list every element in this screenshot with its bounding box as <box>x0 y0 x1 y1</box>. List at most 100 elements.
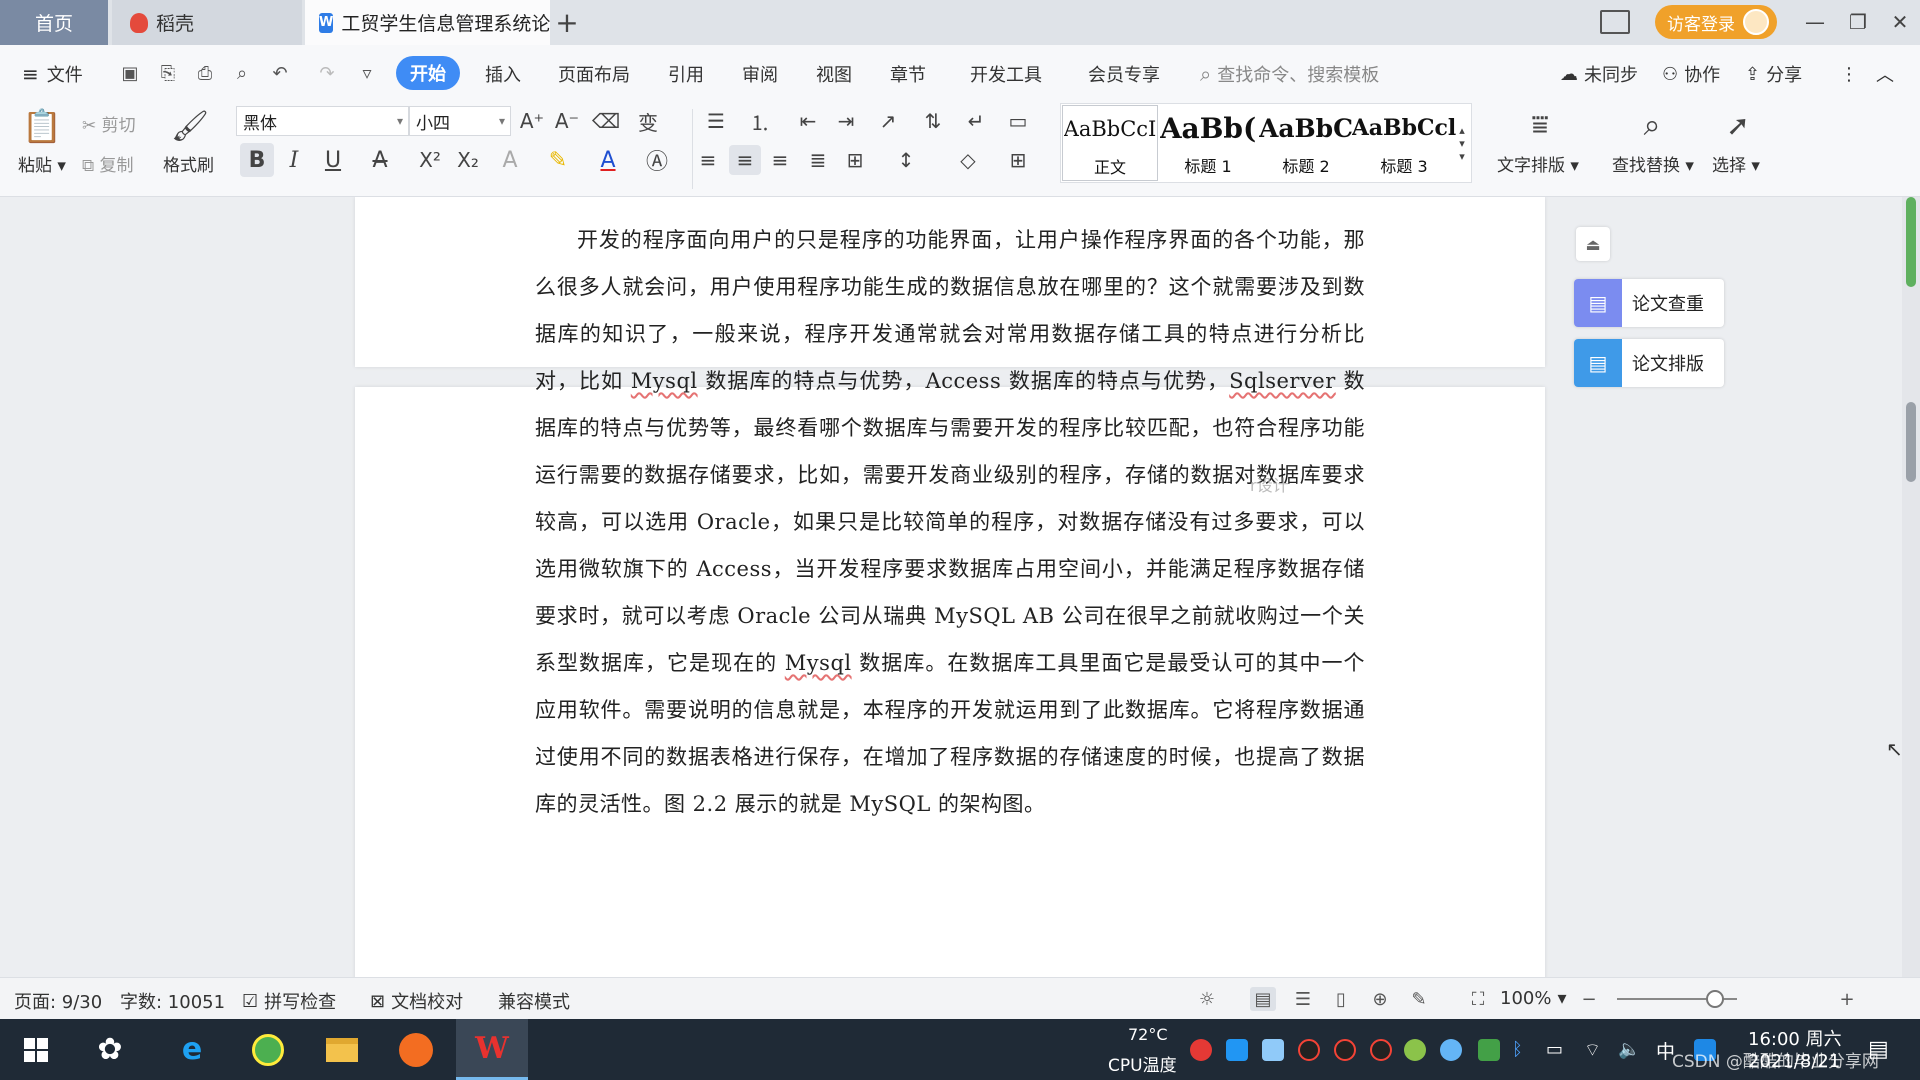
clipboard-icon[interactable]: 📋 <box>22 105 62 147</box>
grow-font-icon[interactable]: A⁺ <box>518 107 546 135</box>
tab-references[interactable]: 引用 <box>668 59 704 89</box>
share-button[interactable]: ⇪ 分享 <box>1745 59 1802 89</box>
fit-page-icon[interactable]: ⛶ <box>1465 987 1491 1011</box>
word-count[interactable]: 字数: 10051 <box>120 988 225 1014</box>
underline-icon[interactable]: U <box>315 143 351 177</box>
guest-login-button[interactable]: 访客登录 <box>1655 5 1777 39</box>
style-heading-3[interactable]: AaBbCcl 标题 3 <box>1352 105 1457 181</box>
close-icon[interactable]: ✕ <box>1880 5 1920 39</box>
cut-button[interactable]: ✂ 剪切 <box>82 111 136 136</box>
tray-app-icon[interactable] <box>1190 1039 1212 1061</box>
strikethrough-icon[interactable]: A <box>362 143 398 177</box>
style-heading-2[interactable]: AaBbC 标题 2 <box>1258 105 1354 181</box>
select-button[interactable]: 选择 ▾ <box>1712 151 1760 176</box>
font-size-select[interactable]: 小四 <box>409 106 511 136</box>
brush-icon[interactable]: 🖌 <box>171 105 209 147</box>
file-explorer-icon[interactable] <box>306 1019 378 1080</box>
vertical-scrollbar[interactable] <box>1902 197 1920 977</box>
text-direction-icon[interactable]: ↗ <box>868 107 908 135</box>
export-pdf-icon[interactable]: ⎘ <box>156 61 180 85</box>
font-color-icon[interactable]: A <box>590 143 626 177</box>
more-menu-icon[interactable]: ⋮ <box>1840 59 1858 89</box>
find-replace-button[interactable]: 查找替换 ▾ <box>1612 151 1694 176</box>
command-search-input[interactable]: ⌕ 查找命令、搜索模板 <box>1200 59 1379 89</box>
decrease-indent-icon[interactable]: ⇤ <box>792 107 824 135</box>
tab-chapter[interactable]: 章节 <box>890 59 926 89</box>
cursor-arrow-icon[interactable]: ➚ <box>1718 105 1758 145</box>
clear-format-icon[interactable]: ⌫ <box>592 107 620 135</box>
restore-icon[interactable]: ❐ <box>1838 5 1878 39</box>
style-heading-1[interactable]: AaBb( 标题 1 <box>1160 105 1256 181</box>
line-spacing-icon[interactable]: ↕ <box>886 145 926 175</box>
qq-icon[interactable] <box>1334 1039 1356 1061</box>
shield-icon[interactable] <box>1262 1039 1284 1061</box>
tab-developer[interactable]: 开发工具 <box>970 59 1042 89</box>
highlight-icon[interactable]: ✎ <box>540 143 576 177</box>
spell-check-button[interactable]: ☑ 拼写检查 <box>242 988 336 1014</box>
tab-insert[interactable]: 插入 <box>485 59 521 89</box>
ruler-icon[interactable]: ▭ <box>1002 107 1034 135</box>
page-indicator[interactable]: 页面: 9/30 <box>14 988 102 1014</box>
thesis-check-button[interactable]: ▤ 论文查重 <box>1574 279 1724 327</box>
tab-home[interactable]: 首页 <box>0 0 108 45</box>
phonetic-guide-icon[interactable]: 变 <box>628 107 668 135</box>
thesis-layout-button[interactable]: ▤ 论文排版 <box>1574 339 1724 387</box>
wps-office-icon[interactable]: W <box>456 1019 528 1080</box>
print-icon[interactable]: ⎙ <box>193 61 217 85</box>
bullet-list-icon[interactable]: ☰ <box>696 107 736 135</box>
tab-member[interactable]: 会员专享 <box>1088 59 1160 89</box>
browser-360-icon[interactable] <box>232 1019 304 1080</box>
page-view-icon[interactable]: ▤ <box>1250 987 1276 1011</box>
wifi-icon[interactable]: ⌔ <box>1584 1039 1606 1061</box>
app-launcher-icon[interactable]: ✿ <box>74 1019 146 1080</box>
align-left-icon[interactable]: ≡ <box>694 145 722 175</box>
italic-icon[interactable]: I <box>279 143 309 177</box>
zoom-level-select[interactable]: 100% ▾ <box>1500 988 1567 1009</box>
qq-icon[interactable] <box>1370 1039 1392 1061</box>
internet-explorer-icon[interactable]: e <box>156 1019 228 1080</box>
customize-toolbar-chevron-down-icon[interactable]: ▿ <box>355 61 379 85</box>
text-layout-button[interactable]: 文字排版 ▾ <box>1497 151 1579 176</box>
tab-page-layout[interactable]: 页面布局 <box>558 59 630 89</box>
zoom-out-icon[interactable]: − <box>1576 987 1602 1011</box>
qq-icon[interactable] <box>1298 1039 1320 1061</box>
print-preview-icon[interactable]: ⌕ <box>230 61 254 85</box>
web-view-icon[interactable]: ⊕ <box>1367 987 1393 1011</box>
text-layout-icon[interactable]: ⩸ <box>1520 105 1560 145</box>
font-family-select[interactable]: 黑体 <box>236 106 409 136</box>
zoom-in-icon[interactable]: + <box>1834 987 1860 1011</box>
document-body[interactable]: 开发的程序面向用户的只是程序的功能界面，让用户操作程序界面的各个功能，那么很多人… <box>535 217 1365 828</box>
nvidia-icon[interactable] <box>1478 1039 1500 1061</box>
save-icon[interactable]: ▣ <box>118 61 142 85</box>
reading-view-icon[interactable]: ▯ <box>1328 987 1354 1011</box>
outline-view-icon[interactable]: ☰ <box>1290 987 1316 1011</box>
collaborate-button[interactable]: ⚇ 协作 <box>1662 59 1720 89</box>
char-border-icon[interactable]: Ⓐ <box>642 143 672 177</box>
subscript-icon[interactable]: X₂ <box>452 143 484 177</box>
tray-app-icon[interactable] <box>1440 1039 1462 1061</box>
bluetooth-icon[interactable]: ᛒ <box>1512 1039 1534 1061</box>
tab-daoke[interactable]: 稻壳 <box>112 0 302 45</box>
zoom-slider-handle[interactable] <box>1706 990 1724 1008</box>
tab-view[interactable]: 视图 <box>816 59 852 89</box>
format-painter-button[interactable]: 格式刷 <box>163 151 214 176</box>
align-center-icon[interactable]: ≡ <box>729 145 761 175</box>
magnifier-icon[interactable]: ⌕ <box>1632 105 1672 145</box>
sort-icon[interactable]: ⇅ <box>918 107 948 135</box>
styles-scroll-chevron-icon[interactable]: ▴ ▾ ▾ <box>1454 105 1470 181</box>
paste-button[interactable]: 粘贴 ▾ <box>18 151 66 176</box>
minimize-icon[interactable]: — <box>1795 5 1835 39</box>
eye-protection-icon[interactable]: ☼ <box>1194 987 1220 1011</box>
copy-button[interactable]: ⧉ 复制 <box>82 151 134 176</box>
distributed-align-icon[interactable]: ⊞ <box>840 145 870 175</box>
borders-icon[interactable]: ⊞ <box>998 145 1038 175</box>
new-tab-plus-icon[interactable]: + <box>552 6 582 39</box>
line-break-icon[interactable]: ↵ <box>956 107 996 135</box>
bold-icon[interactable]: B <box>240 143 274 177</box>
file-menu[interactable]: ≡ 文件 <box>22 59 83 89</box>
windows-start-icon[interactable] <box>0 1019 72 1080</box>
panel-collapse-icon[interactable]: ⏏ <box>1576 227 1610 261</box>
tab-start[interactable]: 开始 <box>396 56 460 90</box>
tab-document[interactable]: W 工贸学生信息管理系统论 <box>305 0 550 45</box>
shading-icon[interactable]: ◇ <box>948 145 988 175</box>
